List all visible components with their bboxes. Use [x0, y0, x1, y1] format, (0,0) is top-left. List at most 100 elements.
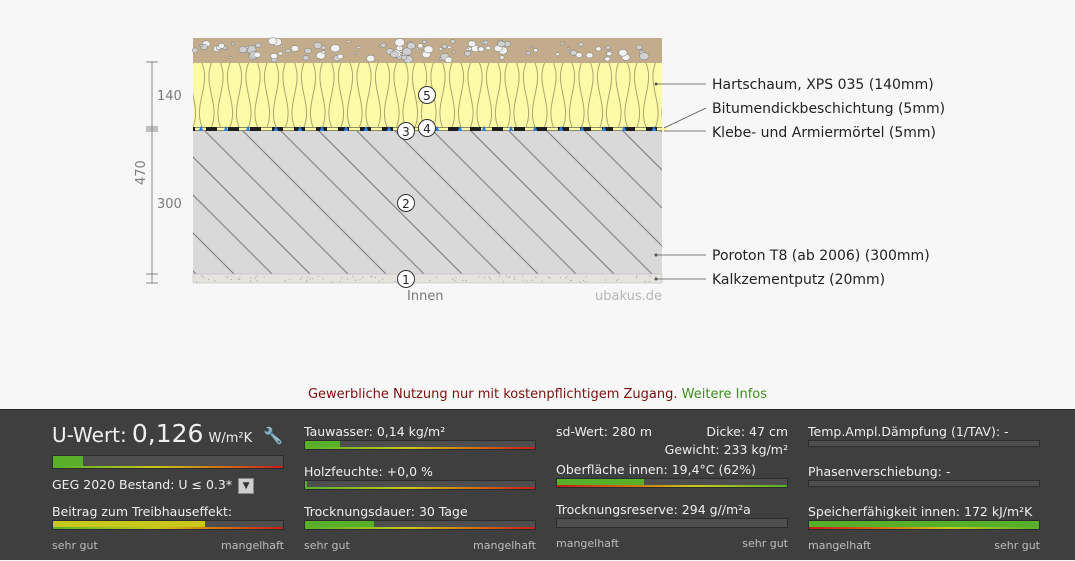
gravel-stone	[191, 47, 199, 53]
gravel-stone	[321, 50, 326, 54]
poroton-layer	[193, 131, 662, 274]
gravel-stone	[229, 56, 233, 60]
bitumen-gap	[547, 127, 558, 131]
gravel-stone	[302, 55, 310, 61]
dimension-470: 470	[134, 160, 149, 185]
plaster-grain	[489, 277, 491, 279]
plaster-grain	[429, 280, 431, 282]
gravel-stone	[366, 54, 376, 63]
column-uwert: U-Wert: 0,126 W/m²K 🔧 GEG 2020 Bestand: …	[52, 410, 284, 561]
plaster-grain	[549, 277, 551, 279]
treibhaus-bar	[52, 520, 284, 530]
leader-line-bitumen	[663, 107, 707, 129]
watermark: ubakus.de	[595, 289, 662, 304]
marker-1[interactable]: 1	[397, 270, 415, 288]
plaster-grain	[452, 278, 454, 280]
plaster-grain	[230, 279, 233, 281]
gravel-stone	[578, 42, 584, 47]
trocknungsreserve-label: Trocknungsreserve: 294 g//m²a	[556, 502, 751, 517]
gravel-stone	[378, 45, 382, 48]
gravel-stone	[447, 45, 452, 49]
uwert-unit: W/m²K	[208, 431, 253, 446]
gravel-stone	[199, 44, 204, 48]
gravel-stone	[465, 47, 470, 51]
scale-left-label: mangelhaft	[808, 539, 871, 552]
notice-text: Gewerbliche Nutzung nur mit kostenpflich…	[307, 387, 678, 402]
gravel-stone	[347, 40, 351, 43]
gravel-stone	[415, 47, 419, 51]
plaster-grain	[548, 276, 550, 278]
plaster-grain	[306, 279, 308, 281]
gravel-stone	[636, 44, 643, 50]
gravel-stone	[525, 51, 531, 56]
gravel-stone	[585, 52, 594, 59]
gravel-stone	[499, 55, 505, 60]
plaster-grain	[317, 275, 319, 277]
marker-4[interactable]: 4	[418, 119, 436, 137]
dimension-140: 140	[157, 89, 182, 104]
column-moisture: Tauwasser: 0,14 kg/m² Holzfeuchte: +0,0 …	[304, 410, 536, 561]
plaster-grain	[202, 276, 204, 278]
plaster-grain	[341, 277, 343, 279]
plaster-grain	[478, 276, 480, 278]
tauwasser-label: Tauwasser: 0,14 kg/m²	[304, 424, 446, 439]
scale-right-label: mangelhaft	[221, 539, 284, 552]
gravel-stone	[253, 51, 261, 58]
tauwasser-bar-scale	[305, 447, 535, 449]
scale-left-label: mangelhaft	[556, 537, 619, 550]
more-info-link[interactable]: Weitere Infos	[682, 387, 767, 402]
plaster-grain	[503, 280, 505, 283]
plaster-grain	[505, 275, 507, 277]
geg-dropdown-icon[interactable]: ▼	[238, 477, 255, 494]
gravel-stone	[481, 41, 485, 45]
gravel-stone	[639, 52, 650, 61]
uwert-bar-fill	[53, 456, 83, 466]
tauwasser-bar	[304, 440, 536, 450]
column-thermal-storage: Temp.Ampl.Dämpfung (1/TAV): - Phasenvers…	[808, 410, 1040, 561]
gravel-stone	[401, 54, 408, 60]
plaster-grain	[370, 276, 372, 278]
column-properties: sd-Wert: 280 m Dicke: 47 cm Gewicht: 233…	[556, 410, 788, 561]
commercial-use-notice: Gewerbliche Nutzung nur mit kostenpflich…	[0, 387, 1075, 402]
layer-label-plaster[interactable]: Kalkzementputz (20mm)	[712, 272, 885, 288]
holzfeuchte-bar-scale	[305, 487, 535, 489]
gravel-stone	[330, 44, 341, 53]
marker-1-label: 1	[402, 273, 410, 287]
plaster-grain	[605, 279, 607, 281]
results-panel: U-Wert: 0,126 W/m²K 🔧 GEG 2020 Bestand: …	[0, 409, 1075, 560]
layer-label-xps[interactable]: Hartschaum, XPS 035 (140mm)	[712, 77, 934, 93]
layer-label-poroton[interactable]: Poroton T8 (ab 2006) (300mm)	[712, 248, 930, 264]
plaster-grain	[507, 277, 509, 279]
plaster-grain	[541, 280, 543, 282]
gravel-stone	[390, 50, 399, 58]
layer-label-mortar[interactable]: Klebe- und Armiermörtel (5mm)	[712, 125, 936, 141]
plaster-grain	[256, 275, 258, 277]
gravel-stone	[238, 46, 248, 54]
leader-dot	[654, 253, 658, 257]
gravel-stone	[255, 42, 262, 48]
plaster-grain	[636, 275, 638, 277]
treibhaus-label: Beitrag zum Treibhauseffekt:	[52, 504, 233, 519]
gewicht-label: Gewicht: 233 kg/m²	[664, 442, 788, 457]
gravel-stone	[290, 45, 300, 52]
gravel-stone	[280, 45, 284, 49]
gravel-stone	[422, 39, 428, 45]
uwert-bar-scale	[53, 466, 283, 468]
marker-3[interactable]: 3	[397, 122, 415, 140]
gravel-stone	[560, 41, 565, 46]
gravel-stone	[337, 53, 344, 60]
marker-2[interactable]: 2	[397, 194, 415, 212]
oberflaeche-label: Oberfläche innen: 19,4°C (62%)	[556, 462, 757, 477]
marker-5[interactable]: 5	[418, 86, 436, 104]
layer-label-bitumen[interactable]: Bitumendickbeschichtung (5mm)	[712, 101, 945, 117]
plaster-grain	[359, 279, 361, 281]
plaster-grain	[306, 281, 308, 283]
gravel-stone	[618, 49, 628, 57]
inside-label: Innen	[407, 289, 444, 304]
sd-wert-label: sd-Wert: 280 m	[556, 424, 653, 439]
gravel-stone	[467, 40, 477, 47]
geg-label: GEG 2020 Bestand: U ≤ 0.3*	[52, 477, 233, 492]
bitumen-gap	[657, 127, 668, 131]
plaster-grain	[436, 276, 438, 278]
wrench-icon[interactable]: 🔧	[263, 426, 283, 445]
